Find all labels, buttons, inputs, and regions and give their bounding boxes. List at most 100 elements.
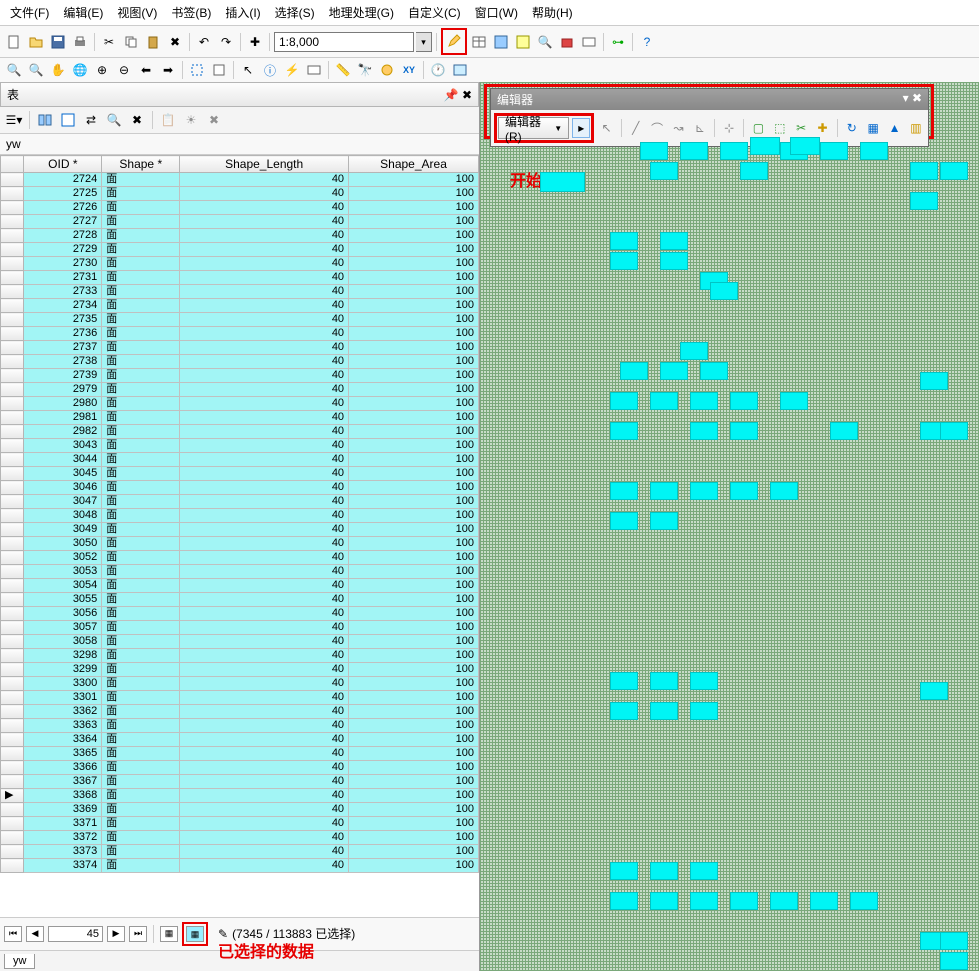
cell[interactable]: 40 [180,635,349,649]
map-feature[interactable] [650,162,678,180]
cell[interactable]: 面 [102,593,180,607]
cell[interactable]: 3374 [24,859,102,873]
cell[interactable]: 40 [180,859,349,873]
clear-selection-icon[interactable] [209,60,229,80]
table-row[interactable]: 2731面40100 [1,271,479,285]
cell[interactable]: 100 [349,383,479,397]
cell[interactable]: 面 [102,509,180,523]
map-canvas[interactable]: 编辑器 ▾ ✖ 编辑器(R)▼ ▸ ↖ ╱ ⌒ ↝ ⊾ ⊹ ▢ ⬚ ✂ [480,82,979,971]
table-row[interactable]: 3373面40100 [1,845,479,859]
cell[interactable]: 面 [102,551,180,565]
cell[interactable]: 面 [102,243,180,257]
row-header[interactable] [1,215,24,229]
row-header[interactable] [1,845,24,859]
cell[interactable]: 3050 [24,537,102,551]
row-header[interactable] [1,495,24,509]
cell[interactable]: 40 [180,607,349,621]
table-row[interactable]: 3367面40100 [1,775,479,789]
delete-sel-icon[interactable]: ✖ [204,110,224,130]
cell[interactable]: 面 [102,495,180,509]
cell[interactable]: 面 [102,579,180,593]
map-feature[interactable] [660,232,688,250]
cell[interactable]: 40 [180,537,349,551]
show-selected-icon[interactable]: ▦ [186,926,204,942]
cell[interactable]: 2728 [24,229,102,243]
cell[interactable]: 40 [180,831,349,845]
cell[interactable]: 100 [349,859,479,873]
row-header[interactable] [1,859,24,873]
row-header[interactable] [1,327,24,341]
cell[interactable]: 面 [102,481,180,495]
cell[interactable]: 面 [102,831,180,845]
cell[interactable]: 面 [102,425,180,439]
map-feature[interactable] [690,392,718,410]
table-row[interactable]: ▶3368面40100 [1,789,479,803]
record-position-input[interactable] [48,926,103,942]
cell[interactable]: 40 [180,817,349,831]
column-header[interactable]: OID * [24,156,102,173]
cell[interactable]: 100 [349,271,479,285]
cell[interactable]: 100 [349,691,479,705]
zoom-out-icon[interactable]: 🔍 [26,60,46,80]
right-angle-icon[interactable]: ⊾ [691,118,709,138]
row-header[interactable] [1,201,24,215]
row-header[interactable] [1,607,24,621]
map-feature[interactable] [610,862,638,880]
row-header[interactable] [1,187,24,201]
cell[interactable]: 100 [349,341,479,355]
cell[interactable]: 3365 [24,747,102,761]
cell[interactable]: 100 [349,257,479,271]
map-feature[interactable] [650,892,678,910]
map-feature[interactable] [610,672,638,690]
map-feature[interactable] [860,142,888,160]
prev-extent-icon[interactable]: ⬅ [136,60,156,80]
clear-sel-icon[interactable]: ✖ [127,110,147,130]
identify-icon[interactable]: ⓘ [260,60,280,80]
cell[interactable]: 3364 [24,733,102,747]
cell[interactable]: 面 [102,397,180,411]
cell[interactable]: 40 [180,425,349,439]
cell[interactable]: 100 [349,537,479,551]
row-header[interactable] [1,467,24,481]
row-header[interactable] [1,509,24,523]
map-feature[interactable] [810,892,838,910]
map-feature[interactable] [610,232,638,250]
cell[interactable]: 面 [102,271,180,285]
split-icon[interactable]: ✚ [813,118,831,138]
cell[interactable]: 40 [180,579,349,593]
pan-icon[interactable]: ✋ [48,60,68,80]
cell[interactable]: 面 [102,327,180,341]
cell[interactable]: 100 [349,285,479,299]
cell[interactable]: 100 [349,467,479,481]
cell[interactable]: 面 [102,635,180,649]
cell[interactable]: 3044 [24,453,102,467]
cell[interactable]: 面 [102,215,180,229]
cell[interactable]: 100 [349,747,479,761]
cell[interactable]: 100 [349,243,479,257]
map-feature[interactable] [710,282,738,300]
toolbox-icon[interactable] [557,32,577,52]
map-feature[interactable] [690,422,718,440]
cell[interactable]: 2725 [24,187,102,201]
table-row[interactable]: 2730面40100 [1,257,479,271]
row-header[interactable]: ▶ [1,789,24,803]
map-feature[interactable] [920,682,948,700]
cell[interactable]: 40 [180,621,349,635]
table-row[interactable]: 3054面40100 [1,579,479,593]
table-row[interactable]: 3052面40100 [1,551,479,565]
cell[interactable]: 2735 [24,313,102,327]
search-icon[interactable]: 🔍 [535,32,555,52]
row-header[interactable] [1,803,24,817]
row-header[interactable] [1,663,24,677]
cell[interactable]: 面 [102,383,180,397]
cell[interactable]: 100 [349,173,479,187]
cell[interactable]: 面 [102,789,180,803]
map-feature[interactable] [650,482,678,500]
cell[interactable]: 面 [102,803,180,817]
map-feature[interactable] [770,892,798,910]
undo-icon[interactable]: ↶ [194,32,214,52]
print-icon[interactable] [70,32,90,52]
row-header[interactable] [1,761,24,775]
close-panel-icon[interactable]: ✖ [462,88,472,102]
map-feature[interactable] [610,512,638,530]
